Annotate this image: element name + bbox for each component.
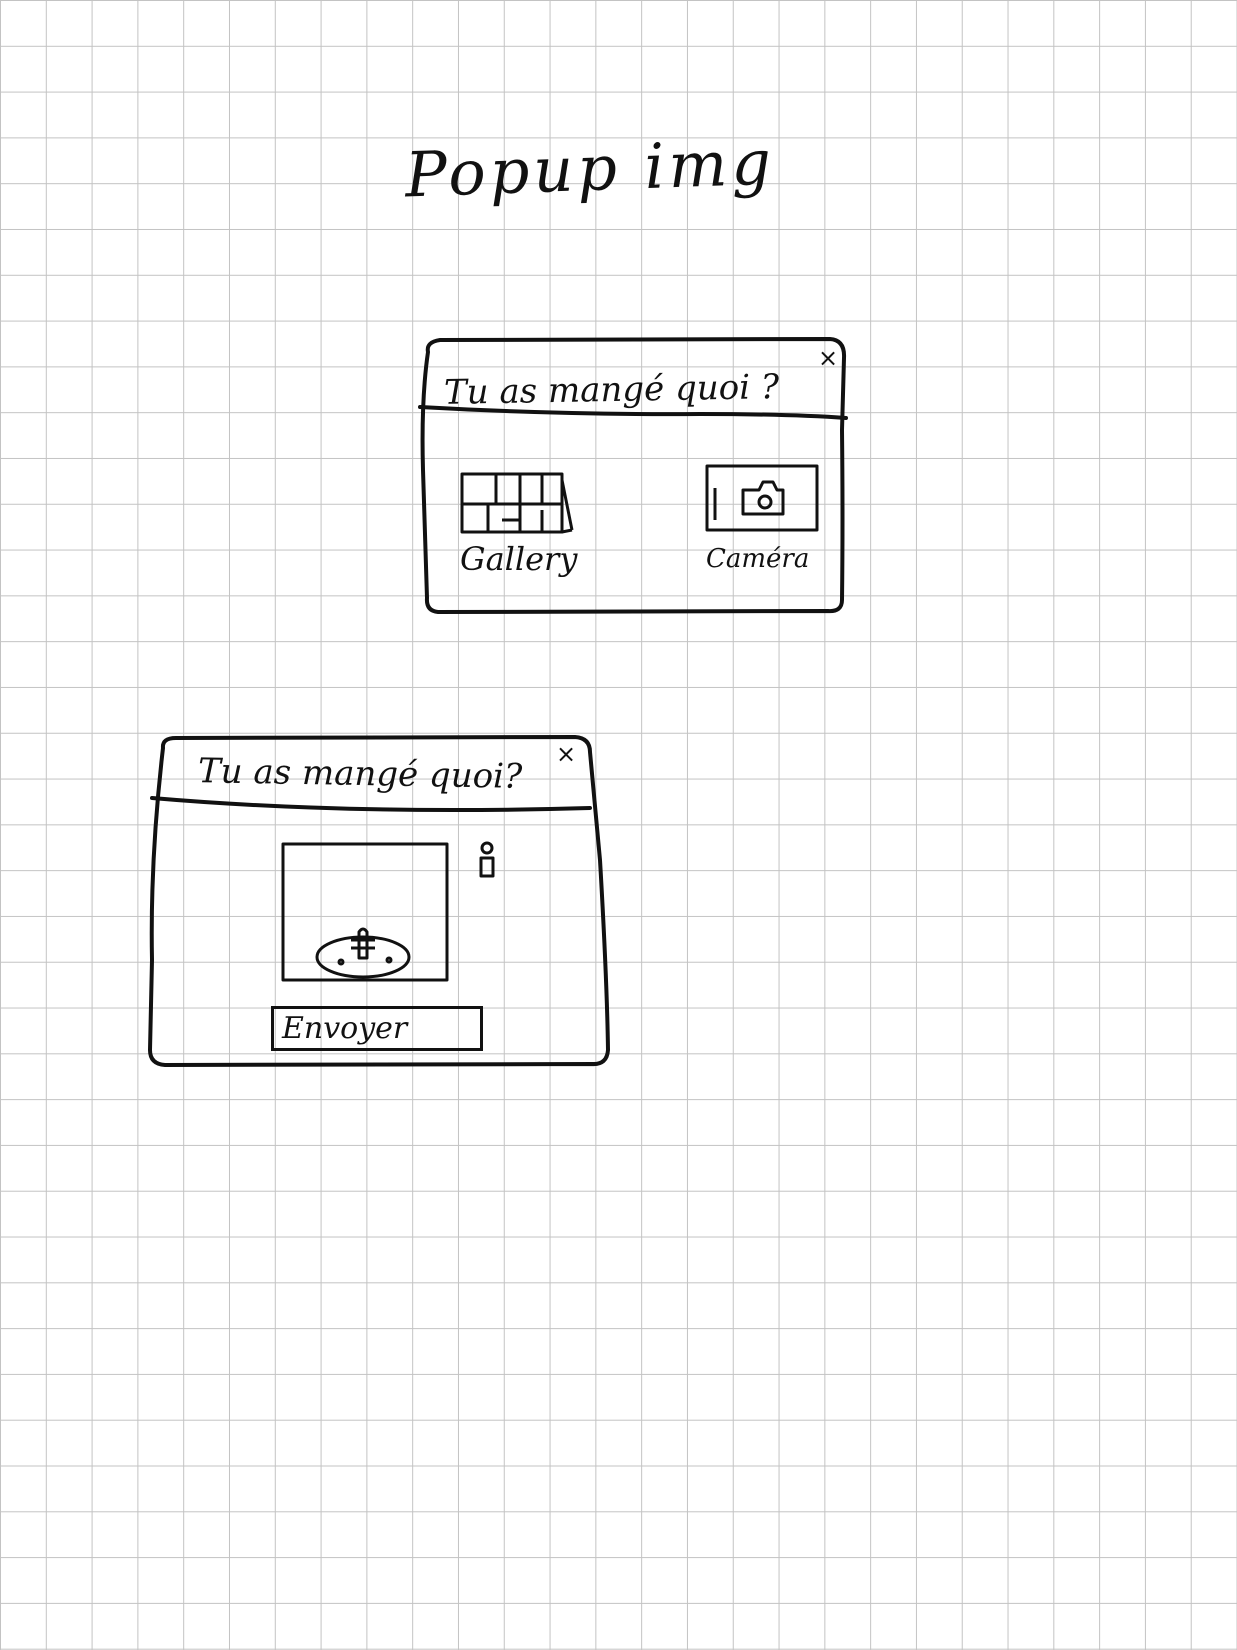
popup-choose-close-icon[interactable]: × — [818, 346, 838, 370]
gallery-label[interactable]: Gallery — [460, 540, 577, 578]
popup-choose: Tu as mangé quoi ? × Gallery Caméra — [0, 0, 1237, 1650]
popup-choose-title: Tu as mangé quoi ? — [443, 367, 780, 413]
camera-option[interactable] — [703, 462, 821, 534]
info-icon[interactable] — [476, 840, 498, 880]
food-plate-icon — [281, 842, 449, 982]
popup-send-close-icon[interactable]: × — [556, 742, 576, 766]
camera-label[interactable]: Caméra — [706, 544, 809, 574]
camera-icon — [705, 464, 819, 532]
popup-choose-divider — [418, 405, 848, 420]
popup-send: Tu as mangé quoi? × Envoyer — [0, 0, 1237, 1650]
image-preview — [281, 842, 449, 982]
popup-send-divider — [150, 796, 592, 813]
sketch-strokes — [148, 337, 848, 1067]
popup-send-title: Tu as mangé quoi? — [197, 751, 523, 797]
page-title: Popup img — [403, 125, 777, 212]
send-button[interactable]: Envoyer — [271, 1006, 483, 1051]
